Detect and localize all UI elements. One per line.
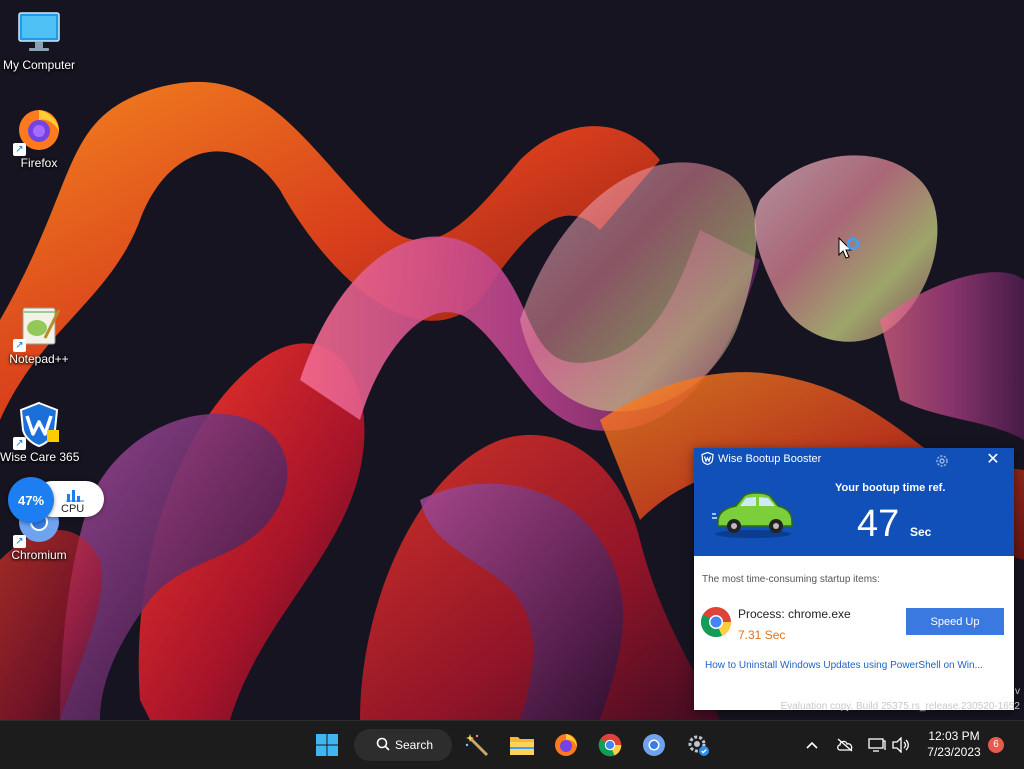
file-explorer-icon <box>510 737 534 755</box>
show-hidden-icons-chevron-up-icon[interactable] <box>802 729 822 761</box>
chrome-icon <box>700 606 732 638</box>
bootup-seconds-unit: Sec <box>910 525 932 539</box>
desktop-icon-wise-care-365[interactable]: ↗ Wise Care 365 <box>0 400 80 464</box>
wise-care-shield-icon: ↗ <box>13 400 63 450</box>
taskbar-settings[interactable] <box>682 729 714 761</box>
watermark-line-2: Evaluation copy. Build 25375.rs_release.… <box>780 701 1020 712</box>
popup-title: Wise Bootup Booster <box>718 453 822 465</box>
shortcut-arrow-icon: ↗ <box>13 535 26 548</box>
system-clock[interactable]: 12:03 PM 7/23/2023 <box>920 728 988 760</box>
desktop-icon-my-computer[interactable]: My Computer <box>0 8 78 72</box>
wand-icon <box>465 734 489 757</box>
taskbar: Search 12:03 PM 7/23/2023 6 <box>0 720 1024 769</box>
desktop-icon-label: Chromium <box>11 548 67 562</box>
desktop-icon-label: My Computer <box>2 58 76 72</box>
article-link[interactable]: How to Uninstall Windows Updates using P… <box>705 660 1005 671</box>
start-button[interactable] <box>311 729 343 761</box>
desktop-icon-label: Wise Care 365 <box>0 450 80 464</box>
search-icon <box>376 737 390 754</box>
bootup-seconds-value: 47 <box>857 503 900 545</box>
shortcut-arrow-icon: ↗ <box>13 437 26 450</box>
bootup-booster-popup: Wise Bootup Booster ✕ Your bootup time r… <box>694 448 1014 710</box>
taskbar-chromium[interactable] <box>638 729 670 761</box>
desktop-icon-firefox[interactable]: ↗ Firefox <box>0 106 78 170</box>
bootup-time-title: Your bootup time ref. <box>835 482 946 494</box>
cloud-offline-icon[interactable] <box>834 729 856 761</box>
taskbar-chrome[interactable] <box>594 729 626 761</box>
monitor-icon <box>15 8 63 56</box>
shortcut-arrow-icon: ↗ <box>13 143 26 156</box>
taskbar-magic-wand-app[interactable] <box>461 729 493 761</box>
watermark-line-1: v <box>1015 686 1020 697</box>
desktop-icon-notepad-plus-plus[interactable]: ↗ Notepad++ <box>0 302 78 366</box>
close-icon[interactable]: ✕ <box>984 451 1002 469</box>
taskbar-firefox[interactable] <box>550 729 582 761</box>
notification-badge[interactable]: 6 <box>988 737 1004 753</box>
chromium-icon <box>643 734 665 756</box>
notepad-plus-plus-icon: ↗ <box>13 302 63 352</box>
process-time: 7.31 Sec <box>738 628 786 642</box>
taskbar-search-box[interactable]: Search <box>354 729 452 761</box>
process-name: Process: chrome.exe <box>738 607 851 621</box>
busy-cursor-icon <box>838 236 864 270</box>
taskbar-file-explorer[interactable] <box>506 729 538 761</box>
start-icon <box>316 734 338 756</box>
car-icon <box>712 484 794 545</box>
search-label: Search <box>395 738 434 752</box>
cpu-percent: 47% <box>8 477 54 523</box>
chrome-icon <box>598 733 622 757</box>
cpu-usage-widget[interactable]: CPU 47% <box>8 477 104 523</box>
firefox-icon <box>555 734 577 756</box>
popup-header: Wise Bootup Booster ✕ Your bootup time r… <box>694 448 1014 556</box>
clock-date: 7/23/2023 <box>927 745 981 759</box>
shortcut-arrow-icon: ↗ <box>13 339 26 352</box>
wise-logo-icon <box>701 451 714 470</box>
desktop-icon-label: Notepad++ <box>9 352 69 366</box>
startup-items-subtitle: The most time-consuming startup items: <box>702 574 880 585</box>
network-icon[interactable] <box>866 729 888 761</box>
popup-body: The most time-consuming startup items: P… <box>694 556 1014 710</box>
speed-up-button[interactable]: Speed Up <box>906 608 1004 635</box>
firefox-icon: ↗ <box>13 106 63 156</box>
cpu-label: CPU <box>61 503 85 515</box>
volume-icon[interactable] <box>890 729 912 761</box>
settings-gear-icon[interactable] <box>934 453 950 469</box>
desktop-icon-label: Firefox <box>20 156 58 170</box>
settings-icon <box>688 735 709 756</box>
clock-time: 12:03 PM <box>928 729 980 743</box>
